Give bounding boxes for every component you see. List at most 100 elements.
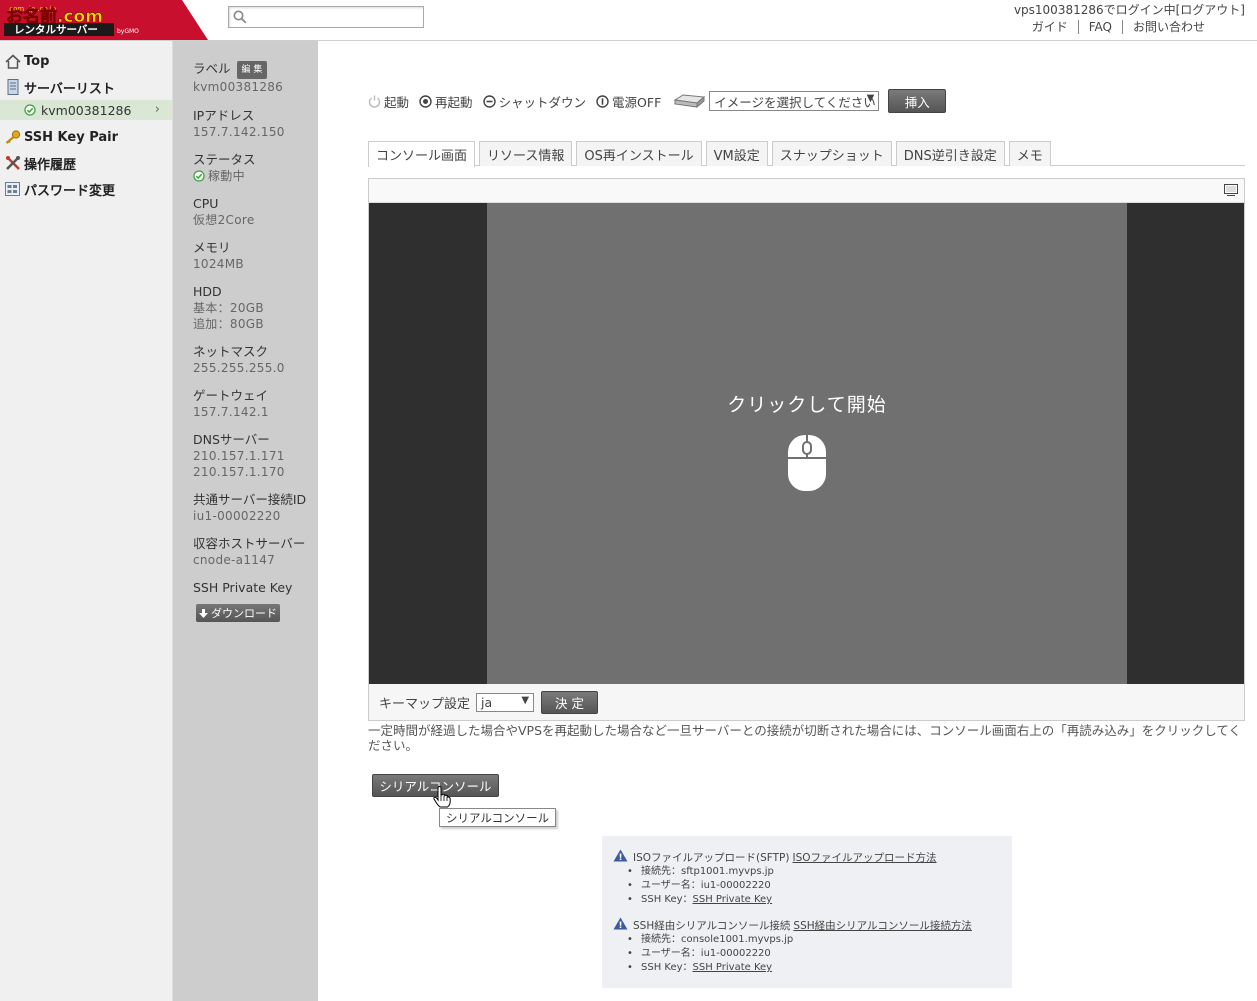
ssh-user-item: ユーザー名：iu1-00002220 bbox=[627, 947, 1012, 961]
decide-button[interactable]: 決 定 bbox=[541, 690, 599, 714]
sidebar-item-top[interactable]: Top bbox=[0, 48, 172, 74]
click-to-start-text: クリックして開始 bbox=[727, 394, 887, 416]
faq-link[interactable]: FAQ bbox=[1077, 20, 1122, 34]
console-screen[interactable]: クリックして開始 bbox=[369, 203, 1244, 684]
memory-title: メモリ bbox=[193, 240, 231, 255]
server-info-panel: ラベル編 集 kvm00381286 IPアドレス 157.7.142.150 … bbox=[173, 41, 318, 1001]
dns-title: DNSサーバー bbox=[193, 432, 270, 447]
memory-value: 1024MB bbox=[193, 257, 244, 271]
label-info: ラベル編 集 kvm00381286 bbox=[193, 61, 283, 95]
power-restart-label: 再起動 bbox=[435, 94, 473, 110]
fullscreen-icon[interactable] bbox=[1224, 184, 1238, 199]
tab-console[interactable]: コンソール画面 bbox=[368, 141, 476, 167]
download-button[interactable]: ダウンロード bbox=[196, 604, 280, 622]
tab-memo[interactable]: メモ bbox=[1008, 141, 1051, 166]
iso-heading-text: ISOファイルアップロード(SFTP) bbox=[633, 851, 790, 864]
dns-info: DNSサーバー 210.157.1.171 210.157.1.170 bbox=[193, 432, 285, 480]
console-panel: クリックして開始 キーマップ設定 ja ▼ 決 定 bbox=[368, 178, 1245, 721]
netmask-title: ネットマスク bbox=[193, 344, 269, 359]
logout-link[interactable]: [ログアウト] bbox=[1176, 3, 1245, 17]
tools-icon bbox=[4, 155, 21, 172]
sidebar-item-label: Top bbox=[24, 53, 50, 69]
status-title: ステータス bbox=[193, 152, 256, 167]
power-start-option[interactable]: 起動 bbox=[368, 92, 409, 111]
home-icon bbox=[4, 53, 21, 70]
keymap-row: キーマップ設定 ja ▼ 決 定 bbox=[369, 684, 1244, 720]
sidebar-item-history[interactable]: 操作履歴 bbox=[0, 150, 172, 176]
insert-button[interactable]: 挿入 bbox=[888, 89, 947, 113]
power-controls: 起動 再起動 シャットダウン 電源OFF イメージを選択してください ▼ 挿入 bbox=[368, 89, 947, 113]
cpu-value: 仮想2Core bbox=[193, 213, 255, 227]
ssh-serial-method-link[interactable]: SSH経由シリアルコンソール接続方法 bbox=[793, 918, 971, 933]
download-icon bbox=[199, 608, 208, 618]
logo-brand-text: byGMO bbox=[117, 28, 139, 35]
status-info: ステータス 稼動中 bbox=[193, 152, 256, 184]
gateway-value: 157.7.142.1 bbox=[193, 405, 269, 419]
search-box[interactable] bbox=[228, 6, 424, 28]
ssh-private-key-link[interactable]: SSH Private Key bbox=[693, 962, 773, 973]
tab-vm-settings[interactable]: VM設定 bbox=[705, 141, 768, 166]
warning-icon: ! bbox=[613, 917, 628, 933]
ssh-info-list: 接続先：console1001.myvps.jp ユーザー名：iu1-00002… bbox=[627, 933, 1012, 975]
ip-info: IPアドレス 157.7.142.150 bbox=[193, 108, 285, 140]
sidebar-item-ssh-key-pair[interactable]: SSH Key Pair bbox=[0, 124, 172, 150]
contact-link[interactable]: お問い合わせ bbox=[1121, 20, 1205, 34]
dns-secondary: 210.157.1.170 bbox=[193, 465, 285, 479]
dns-primary: 210.157.1.171 bbox=[193, 449, 285, 463]
connection-info-box: ! ISOファイルアップロード(SFTP) ISOファイルアップロード方法 接続… bbox=[602, 836, 1012, 988]
power-shutdown-option[interactable]: シャットダウン bbox=[482, 92, 587, 111]
serial-console-tooltip: シリアルコンソール bbox=[439, 808, 557, 827]
tab-resource-info[interactable]: リソース情報 bbox=[479, 141, 573, 166]
guide-link[interactable]: ガイド bbox=[1032, 20, 1078, 34]
iso-host-item: 接続先：sftp1001.myvps.jp bbox=[627, 865, 1012, 879]
host-title: 収容ホストサーバー bbox=[193, 536, 306, 551]
iso-key-item: SSH Key：SSH Private Key bbox=[627, 893, 1012, 907]
console-start-area[interactable]: クリックして開始 bbox=[487, 203, 1127, 684]
sidebar-subitem-server[interactable]: kvm00381286 › bbox=[0, 100, 172, 120]
ssh-key-title: SSH Private Key bbox=[193, 580, 293, 595]
power-off-label: 電源OFF bbox=[612, 94, 662, 110]
ssh-key-label: SSH Key： bbox=[641, 962, 693, 973]
power-start-icon bbox=[368, 95, 381, 108]
chevron-right-icon: › bbox=[154, 102, 160, 117]
power-restart-option[interactable]: 再起動 bbox=[419, 92, 473, 111]
ssh-host-item: 接続先：console1001.myvps.jp bbox=[627, 933, 1012, 947]
image-select-dropdown[interactable]: イメージを選択してください ▼ bbox=[709, 91, 880, 111]
disk-drive-icon bbox=[673, 93, 706, 109]
power-shutdown-label: シャットダウン bbox=[498, 94, 587, 110]
sidebar-item-password[interactable]: パスワード変更 bbox=[0, 176, 172, 202]
iso-upload-method-link[interactable]: ISOファイルアップロード方法 bbox=[793, 850, 937, 865]
key-icon bbox=[4, 129, 21, 146]
label-value: kvm00381286 bbox=[193, 80, 284, 94]
tab-os-reinstall[interactable]: OS再インストール bbox=[576, 141, 702, 166]
logo-sub-text: レンタルサーバー bbox=[14, 24, 98, 36]
hand-cursor-icon bbox=[433, 785, 451, 811]
sidebar-item-server-list[interactable]: サーバーリスト bbox=[0, 74, 172, 100]
warning-icon: ! bbox=[613, 849, 628, 865]
sidebar-subitem-label: kvm00381286 bbox=[41, 102, 132, 118]
tab-dns-reverse[interactable]: DNS逆引き設定 bbox=[895, 141, 1005, 166]
restart-radio-icon bbox=[419, 94, 432, 108]
shared-id-title: 共通サーバー接続ID bbox=[193, 492, 307, 507]
console-toolbar bbox=[369, 179, 1244, 203]
label-title: ラベル bbox=[193, 61, 231, 76]
tab-snapshot[interactable]: スナップショット bbox=[771, 141, 892, 166]
iso-ssh-key-link[interactable]: SSH Private Key bbox=[693, 894, 773, 905]
iso-key-label: SSH Key： bbox=[641, 894, 693, 905]
hdd-extra: 追加：80GB bbox=[193, 317, 264, 331]
onamae-logo[interactable]: .com .jp .co.jp お名前.com レンタルサーバー byGMO bbox=[0, 0, 208, 40]
status-row: 稼動中 bbox=[193, 168, 256, 184]
iso-user-item: ユーザー名：iu1-00002220 bbox=[627, 879, 1012, 893]
netmask-info: ネットマスク 255.255.255.0 bbox=[193, 344, 285, 376]
host-value: cnode-a1147 bbox=[193, 553, 276, 567]
ssh-heading-text: SSH経由シリアルコンソール接続 bbox=[633, 919, 791, 932]
sidebar: Top サーバーリスト kvm00381286 › SSH Key Pair 操… bbox=[0, 41, 173, 1001]
edit-label-button[interactable]: 編 集 bbox=[236, 61, 268, 79]
search-input[interactable] bbox=[251, 7, 421, 27]
svg-text:!: ! bbox=[618, 921, 622, 930]
status-value: 稼動中 bbox=[208, 169, 245, 183]
keymap-select[interactable]: ja ▼ bbox=[476, 692, 535, 712]
hdd-basic: 基本：20GB bbox=[193, 301, 264, 315]
power-off-option[interactable]: 電源OFF bbox=[596, 92, 661, 111]
hdd-title: HDD bbox=[193, 284, 222, 299]
